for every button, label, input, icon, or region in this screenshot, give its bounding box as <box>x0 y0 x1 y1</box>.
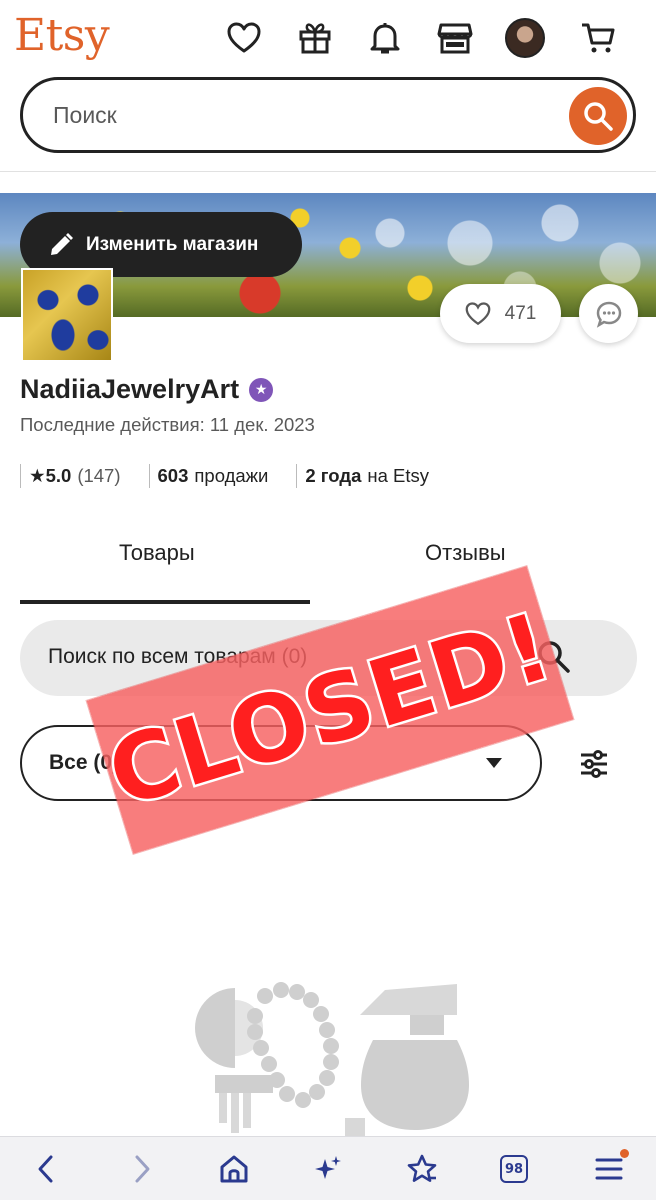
home-icon[interactable] <box>216 1151 252 1187</box>
cart-icon[interactable] <box>574 14 622 62</box>
message-icon <box>596 301 621 328</box>
years-suffix: на Etsy <box>367 465 429 486</box>
heart-icon <box>465 301 491 325</box>
tabs-count: 98 <box>500 1155 528 1183</box>
shop-icon[interactable] <box>431 14 479 62</box>
menu-icon[interactable] <box>591 1149 629 1187</box>
empty-shop-illustration <box>195 982 469 1138</box>
sparkle-icon[interactable] <box>310 1151 346 1187</box>
browser-toolbar: 98 <box>0 1136 656 1200</box>
sales-number: 603 <box>157 465 189 486</box>
heart-icon[interactable] <box>220 14 268 62</box>
message-shop-button[interactable] <box>579 284 638 343</box>
sales-label: продажи <box>194 465 269 486</box>
search-button[interactable] <box>569 87 627 145</box>
favorites-icon[interactable] <box>404 1151 440 1187</box>
star-seller-badge-icon: ★ <box>249 377 274 402</box>
notification-dot <box>620 1149 629 1158</box>
favorite-shop-button[interactable]: 471 <box>440 284 561 343</box>
closed-stamp-overlay: CLOSED! <box>86 566 574 854</box>
avatar[interactable] <box>505 18 545 58</box>
caret-down-icon <box>486 758 502 768</box>
shop-stats: ★5.0 (147) 603 продажи 2 года на Etsy <box>20 463 429 489</box>
reviews-count: (147) <box>77 465 121 486</box>
years-stat: 2 года на Etsy <box>296 464 429 488</box>
active-tab-indicator <box>20 600 310 604</box>
filter-sliders-icon[interactable] <box>578 748 610 780</box>
shop-icon-image[interactable] <box>21 268 113 362</box>
shop-name: NadiiaJewelryArt ★ <box>20 374 274 405</box>
tab-reviews[interactable]: Отзывы <box>425 540 506 566</box>
gift-icon[interactable] <box>291 14 339 62</box>
tab-items[interactable]: Товары <box>119 540 195 566</box>
search-input[interactable]: Поиск <box>53 102 117 129</box>
forward-icon[interactable] <box>124 1151 160 1187</box>
tabs-icon[interactable]: 98 <box>496 1151 532 1187</box>
last-active: Последние действия: 11 дек. 2023 <box>20 414 315 435</box>
pencil-icon <box>51 232 73 255</box>
back-icon[interactable] <box>28 1151 64 1187</box>
years-number: 2 года <box>305 465 362 486</box>
edit-shop-label: Изменить магазин <box>86 233 259 255</box>
favorites-count: 471 <box>504 302 537 324</box>
rating-value: ★5.0 <box>29 465 72 486</box>
sales-stat: 603 продажи <box>148 464 269 488</box>
bell-icon[interactable] <box>361 14 409 62</box>
search-bar[interactable]: Поиск <box>20 77 636 153</box>
header: Etsy Поиск <box>0 0 656 172</box>
rating-stat[interactable]: ★5.0 (147) <box>20 464 121 488</box>
etsy-logo[interactable]: Etsy <box>14 10 110 61</box>
search-icon <box>584 102 613 131</box>
shop-name-text: NadiiaJewelryArt <box>20 374 240 404</box>
